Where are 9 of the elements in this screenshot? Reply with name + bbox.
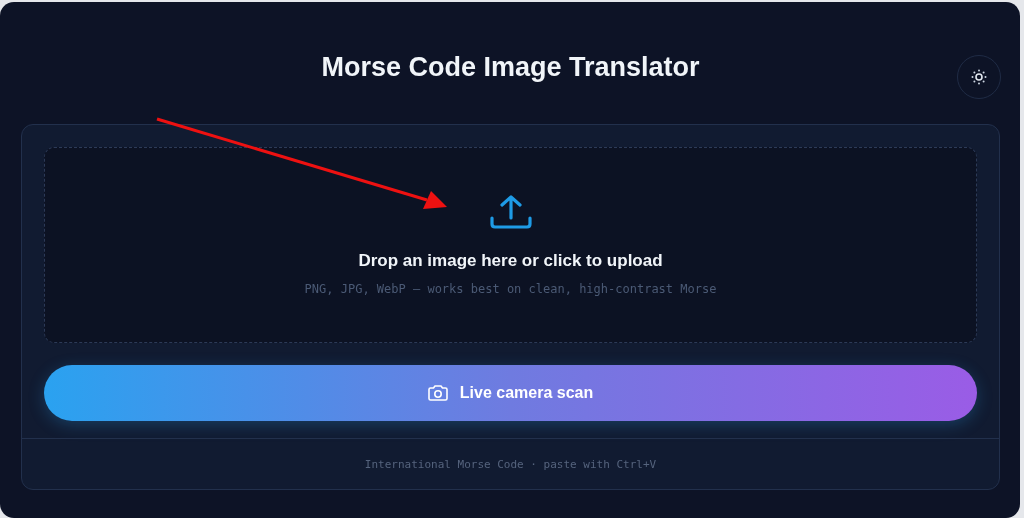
sun-icon (971, 69, 987, 85)
camera-icon (427, 385, 448, 401)
drop-heading: Drop an image here or click to upload (358, 251, 663, 271)
drop-zone[interactable]: Drop an image here or click to upload PNG, JPG, WebP — works best on clean, high-contrast Morse (44, 147, 977, 343)
camera-scan-button[interactable]: Live camera scan (44, 365, 977, 421)
upload-icon (489, 194, 532, 230)
footer-note: International Morse Code · paste with Ctrl+V (22, 438, 999, 489)
drop-hint: PNG, JPG, WebP — works best on clean, high-contrast Morse (304, 282, 717, 296)
app-title: Morse Code Image Translator (321, 50, 700, 83)
